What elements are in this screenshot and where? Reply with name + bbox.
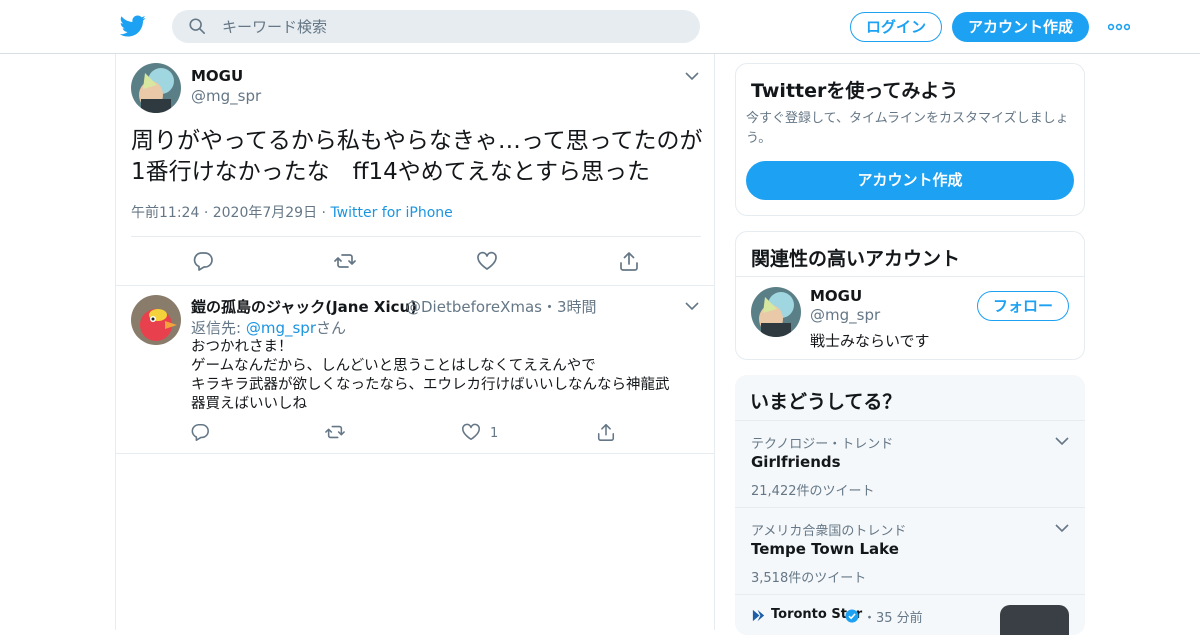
reply-icon[interactable] xyxy=(190,422,210,442)
like-icon[interactable] xyxy=(461,422,481,442)
share-icon[interactable] xyxy=(618,250,640,272)
tweet-metadata: 午前11:24 · 2020年7月29日 · Twitter for iPhon… xyxy=(131,202,453,222)
meta-separator: · xyxy=(203,205,213,221)
chevron-down-icon[interactable] xyxy=(1055,524,1069,533)
news-source-logo-icon xyxy=(752,609,765,622)
tweet-text: 周りがやってるから私もやらなきゃ…って思ってたのが1番行けなかったな ff14や… xyxy=(131,128,703,185)
reply-to-suffix: さん xyxy=(315,319,346,337)
twitter-bird-icon[interactable] xyxy=(120,13,146,39)
trend-item[interactable]: テクノロジー・トレンド Girlfriends 21,422件のツイート xyxy=(735,421,1085,508)
divider xyxy=(116,285,714,286)
reply-author-handle[interactable]: @DietbeforeXmas・3時間 xyxy=(406,296,597,317)
verified-badge-icon xyxy=(845,609,859,623)
related-account-bio: 戦士みならいです xyxy=(810,332,930,350)
related-accounts-card: 関連性の高いアカウント MOGU @mg_spr 戦士みならいです フォロー xyxy=(735,231,1085,360)
avatar[interactable] xyxy=(131,63,181,113)
reply-line: キラキラ武器が欲しくなったなら、エウレカ行けばいいしなんなら神龍武 xyxy=(191,377,670,393)
chevron-down-icon[interactable] xyxy=(1055,437,1069,446)
chevron-down-icon[interactable] xyxy=(685,72,699,81)
top-bar: ログイン アカウント作成 xyxy=(0,0,1200,54)
trend-context: アメリカ合衆国のトレンド xyxy=(751,524,907,539)
trends-title: いまどうしてる？ xyxy=(750,391,902,413)
search-box[interactable] xyxy=(172,10,700,43)
trend-name[interactable]: Tempe Town Lake xyxy=(751,540,899,558)
tweet-author-handle[interactable]: @mg_spr xyxy=(191,87,261,105)
news-time: ・35 分前 xyxy=(863,611,923,626)
trend-count: 21,422件のツイート xyxy=(751,484,875,499)
reply-author-name[interactable]: 鎧の孤島のジャック(Jane Xicu) xyxy=(191,296,417,317)
tweet-date[interactable]: 2020年7月29日 xyxy=(213,205,317,221)
divider xyxy=(736,276,1084,277)
more-options-icon[interactable] xyxy=(1108,21,1130,33)
like-icon[interactable] xyxy=(476,250,498,272)
retweet-icon[interactable] xyxy=(325,422,345,442)
reply-to-label: 返信先: xyxy=(191,319,242,337)
follow-button[interactable]: フォロー xyxy=(977,291,1069,321)
signup-card-title: Twitterを使ってみよう xyxy=(751,80,959,102)
search-input[interactable] xyxy=(222,10,682,43)
signup-button[interactable]: アカウント作成 xyxy=(952,12,1089,42)
reply-to-link[interactable]: @mg_spr xyxy=(246,319,316,337)
reply-icon[interactable] xyxy=(192,250,214,272)
main-column: MOGU @mg_spr 周りがやってるから私もやらなきゃ…って思ってたのが1番… xyxy=(115,54,715,630)
signup-card-description: 今すぐ登録して、タイムラインをカスタマイズしましょう。 xyxy=(746,111,1069,146)
avatar[interactable] xyxy=(751,287,801,337)
trends-card: いまどうしてる？ テクノロジー・トレンド Girlfriends 21,422件… xyxy=(735,375,1085,635)
signup-card: Twitterを使ってみよう 今すぐ登録して、タイムラインをカスタマイズしましょ… xyxy=(735,63,1085,216)
share-icon[interactable] xyxy=(596,422,616,442)
retweet-icon[interactable] xyxy=(334,250,356,272)
trend-count: 3,518件のツイート xyxy=(751,571,867,586)
reply-to-line: 返信先: @mg_sprさん xyxy=(191,317,346,338)
divider xyxy=(116,453,714,454)
reply-line: ゲームなんだから、しんどいと思うことはしなくてええんやで xyxy=(191,358,596,374)
related-account-name[interactable]: MOGU xyxy=(810,287,862,305)
chevron-down-icon[interactable] xyxy=(685,302,699,311)
trend-item[interactable]: アメリカ合衆国のトレンド Tempe Town Lake 3,518件のツイート xyxy=(735,508,1085,595)
tweet-author-name[interactable]: MOGU xyxy=(191,67,243,85)
news-thumbnail[interactable] xyxy=(1000,605,1069,635)
signup-card-button[interactable]: アカウント作成 xyxy=(746,161,1074,200)
trend-context: テクノロジー・トレンド xyxy=(751,437,894,452)
search-icon xyxy=(189,18,206,35)
like-count: 1 xyxy=(490,426,499,441)
divider xyxy=(131,236,701,237)
avatar[interactable] xyxy=(131,295,181,345)
reply-line: おつかれさま！ xyxy=(191,339,293,355)
related-accounts-title: 関連性の高いアカウント xyxy=(751,248,961,270)
reply-line: 器買えばいいしね xyxy=(191,396,307,412)
login-button[interactable]: ログイン xyxy=(850,12,942,42)
divider xyxy=(735,594,1085,595)
tweet-source-link[interactable]: Twitter for iPhone xyxy=(330,205,452,221)
trend-name[interactable]: Girlfriends xyxy=(751,453,841,471)
tweet-time[interactable]: 午前11:24 xyxy=(131,205,199,221)
reply-text: おつかれさま！ ゲームなんだから、しんどいと思うことはしなくてええんやで キラキ… xyxy=(191,338,696,414)
related-account-handle[interactable]: @mg_spr xyxy=(810,306,880,324)
